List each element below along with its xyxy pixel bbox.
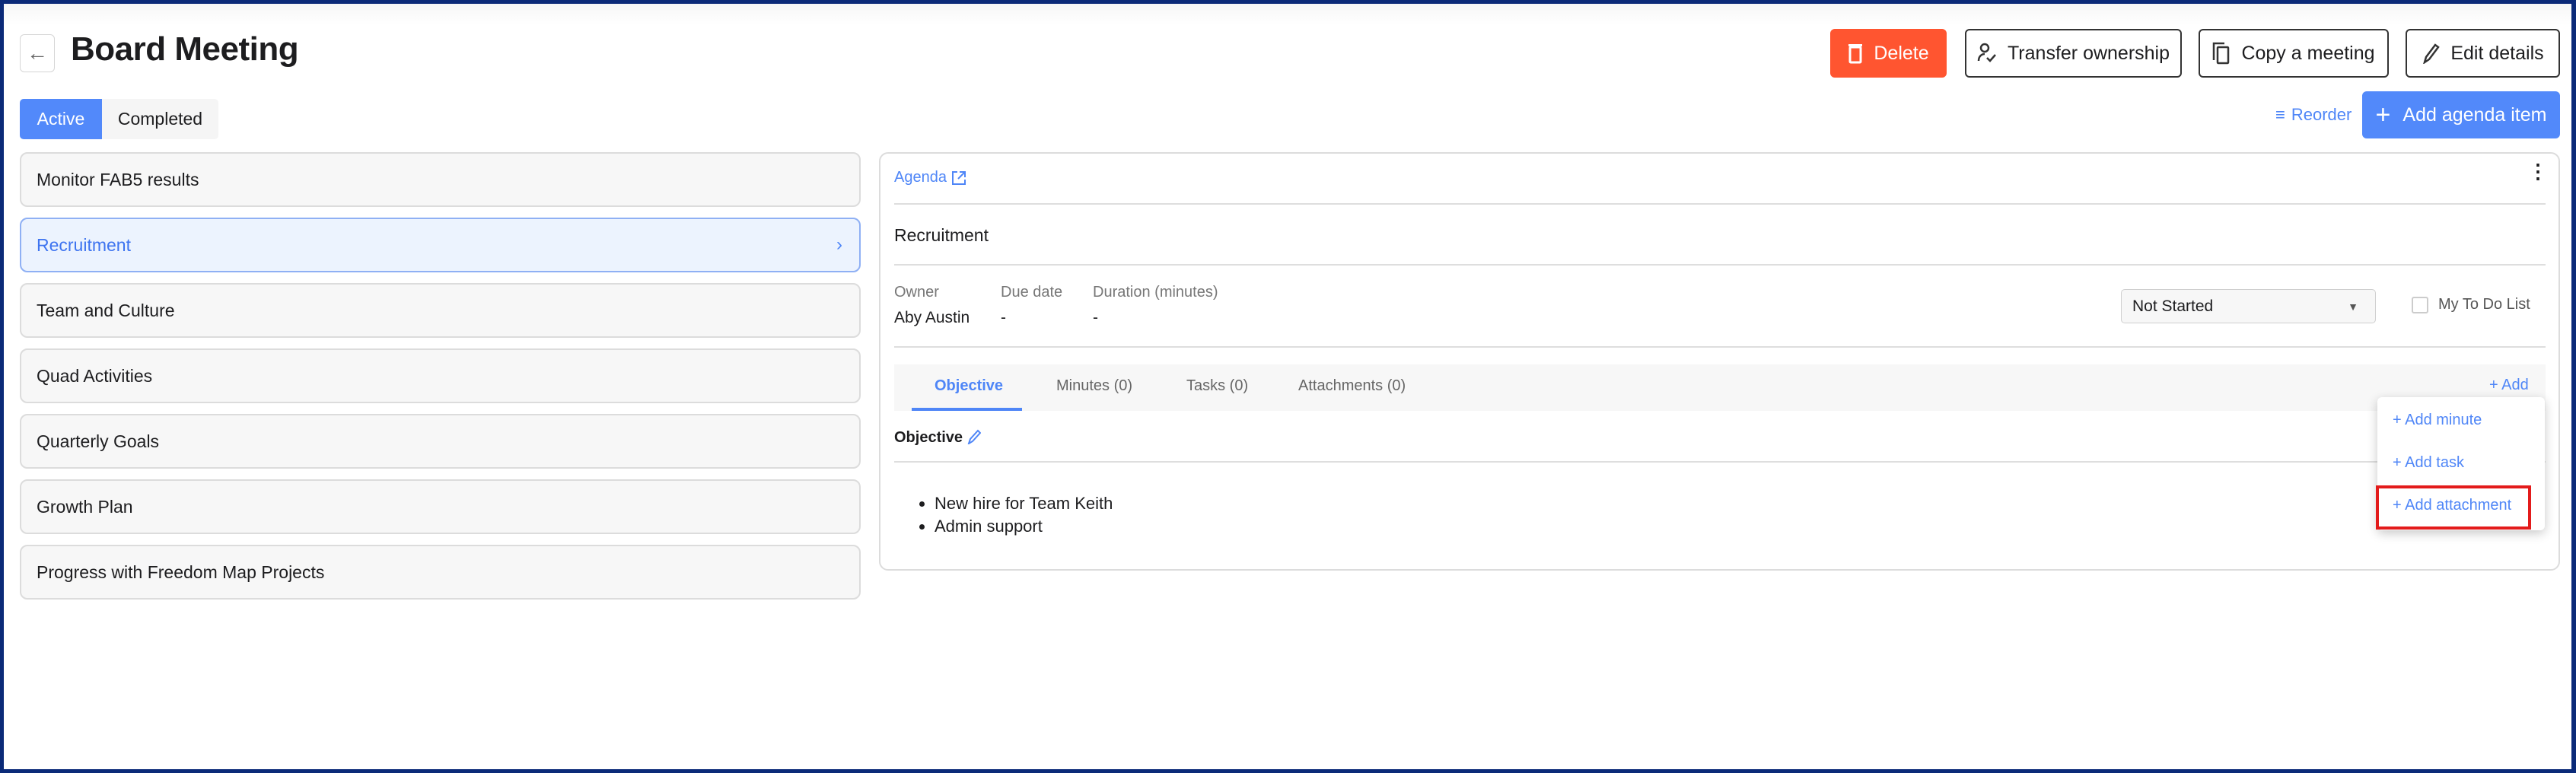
agenda-item-label: Progress with Freedom Map Projects <box>37 561 325 582</box>
tab-completed[interactable]: Completed <box>102 99 218 139</box>
tab-objective[interactable]: Objective <box>935 377 1003 395</box>
more-vertical-icon[interactable]: ⋮ <box>2528 161 2548 181</box>
copy-label: Copy a meeting <box>2241 42 2375 64</box>
back-button[interactable]: ← <box>20 34 55 72</box>
due-date-label: Due date <box>1001 284 1063 301</box>
agenda-item-label: Recruitment <box>37 234 131 255</box>
detail-tabs <box>894 364 2546 411</box>
tab-tasks[interactable]: Tasks (0) <box>1186 377 1248 395</box>
agenda-detail-panel <box>879 152 2560 571</box>
delete-button[interactable]: Delete <box>1830 29 1947 78</box>
owner-label: Owner <box>894 284 939 301</box>
agenda-item[interactable]: Team and Culture <box>20 283 861 338</box>
external-link-icon <box>951 170 966 185</box>
todo-checkbox[interactable] <box>2412 297 2428 313</box>
list-icon: ≡ <box>2275 105 2285 124</box>
edit-objective-icon[interactable] <box>967 429 982 444</box>
due-date-value: - <box>1001 309 1006 326</box>
agenda-link-label: Agenda <box>894 169 947 186</box>
duration-label: Duration (minutes) <box>1093 284 1218 301</box>
agenda-item-label: Monitor FAB5 results <box>37 169 199 189</box>
tab-attachments[interactable]: Attachments (0) <box>1298 377 1406 395</box>
add-minute-item[interactable]: + Add minute <box>2393 412 2482 429</box>
add-agenda-label: Add agenda item <box>2402 103 2547 126</box>
copy-icon <box>2213 42 2230 65</box>
agenda-link[interactable]: Agenda <box>894 169 966 186</box>
agenda-item-label: Growth Plan <box>37 496 133 517</box>
delete-label: Delete <box>1874 42 1929 64</box>
user-check-icon <box>1977 43 1996 62</box>
agenda-item-label: Quarterly Goals <box>37 431 160 451</box>
caret-down-icon: ▼ <box>2348 300 2358 313</box>
agenda-item[interactable]: Quarterly Goals <box>20 414 861 469</box>
active-tab-indicator <box>912 408 1022 411</box>
item-title: Recruitment <box>894 225 989 245</box>
add-task-item[interactable]: + Add task <box>2393 454 2464 472</box>
status-select[interactable]: Not Started ▼ <box>2121 289 2376 323</box>
trash-icon <box>1848 44 1863 64</box>
divider <box>894 264 2546 266</box>
transfer-label: Transfer ownership <box>2007 42 2170 64</box>
agenda-item-label: Team and Culture <box>37 300 175 320</box>
agenda-item[interactable]: Growth Plan <box>20 479 861 534</box>
highlight-box <box>2376 485 2531 530</box>
divider <box>894 203 2546 205</box>
agenda-item-selected[interactable]: Recruitment › <box>20 218 861 272</box>
agenda-item-label: Quad Activities <box>37 365 153 386</box>
top-strip <box>4 4 2571 25</box>
todo-label: My To Do List <box>2438 296 2530 313</box>
agenda-item[interactable]: Progress with Freedom Map Projects <box>20 545 861 600</box>
chevron-right-icon: › <box>836 234 842 255</box>
tab-active[interactable]: Active <box>20 99 102 139</box>
duration-value: - <box>1093 309 1098 326</box>
divider <box>894 346 2546 348</box>
agenda-item[interactable]: Monitor FAB5 results <box>20 152 861 207</box>
plus-icon: + <box>2375 100 2391 129</box>
page-title: Board Meeting <box>71 30 299 68</box>
objective-heading: Objective <box>894 429 982 447</box>
status-value: Not Started <box>2132 297 2214 315</box>
objective-bullet: New hire for Team Keith <box>935 492 1113 515</box>
objective-bullet: Admin support <box>935 515 1113 538</box>
objective-list: New hire for Team Keith Admin support <box>935 492 1113 538</box>
add-dropdown-button[interactable]: + Add <box>2489 377 2529 394</box>
reorder-button[interactable]: ≡ Reorder <box>2275 105 2352 125</box>
arrow-left-icon: ← <box>27 41 48 65</box>
pencil-icon <box>2423 43 2441 64</box>
tab-minutes[interactable]: Minutes (0) <box>1056 377 1132 395</box>
reorder-label: Reorder <box>2291 105 2352 124</box>
add-agenda-item-button[interactable]: + Add agenda item <box>2362 91 2560 138</box>
agenda-item[interactable]: Quad Activities <box>20 348 861 403</box>
copy-meeting-button[interactable]: Copy a meeting <box>2199 29 2389 78</box>
owner-value: Aby Austin <box>894 309 970 326</box>
edit-details-button[interactable]: Edit details <box>2406 29 2560 78</box>
transfer-ownership-button[interactable]: Transfer ownership <box>1965 29 2182 78</box>
objective-heading-label: Objective <box>894 429 963 446</box>
edit-label: Edit details <box>2450 42 2544 64</box>
divider <box>894 461 2546 463</box>
